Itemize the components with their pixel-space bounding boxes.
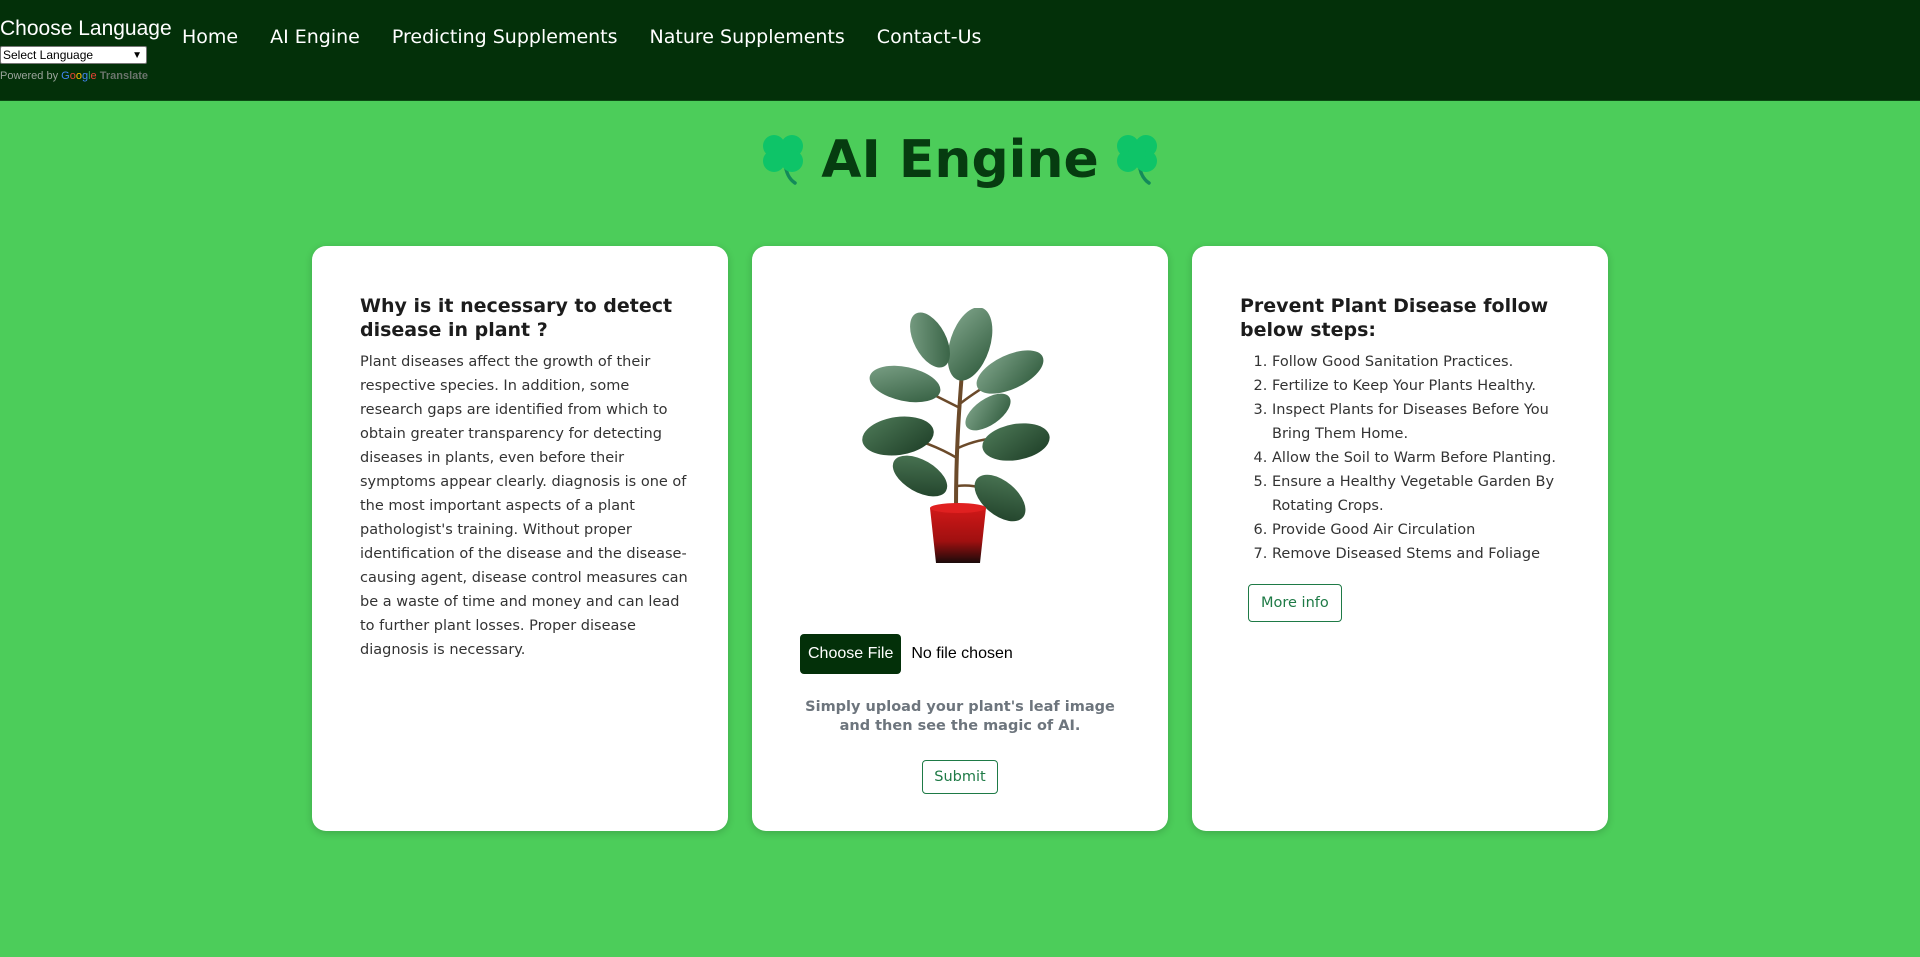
list-item: Ensure a Healthy Vegetable Garden By Rot… (1272, 470, 1570, 518)
top-navbar: Choose Language Select Language ▼ Powere… (0, 0, 1920, 101)
translate-link[interactable]: Translate (100, 70, 148, 82)
choose-file-button[interactable]: Choose File (800, 634, 902, 674)
prevent-disease-card: Prevent Plant Disease follow below steps… (1192, 246, 1608, 831)
list-item: Remove Diseased Stems and Foliage (1272, 542, 1570, 566)
language-widget: Choose Language Select Language ▼ Powere… (0, 14, 172, 82)
list-item: Fertilize to Keep Your Plants Healthy. (1272, 374, 1570, 398)
submit-button[interactable]: Submit (922, 760, 998, 794)
nav-home[interactable]: Home (182, 24, 238, 50)
nav-ai-engine[interactable]: AI Engine (270, 24, 360, 50)
four-leaf-clover-icon (1116, 135, 1157, 185)
chevron-down-icon: ▼ (132, 50, 142, 61)
list-item: Follow Good Sanitation Practices. (1272, 350, 1570, 374)
file-status: No file chosen (911, 645, 1013, 662)
list-item: Allow the Soil to Warm Before Planting. (1272, 446, 1570, 470)
why-detect-heading: Why is it necessary to detect disease in… (360, 295, 673, 341)
google-logo: Google (61, 70, 97, 82)
prevent-steps-list: Follow Good Sanitation Practices. Fertil… (1240, 350, 1570, 566)
choose-language-label: Choose Language (0, 17, 172, 40)
powered-by-google-translate: Powered by Google Translate (0, 70, 165, 82)
language-select-value: Select Language (3, 48, 94, 62)
file-input[interactable]: Choose File No file chosen (800, 634, 1013, 674)
why-detect-card: Why is it necessary to detect disease in… (312, 246, 728, 831)
language-select[interactable]: Select Language ▼ (0, 46, 147, 64)
potted-plant-image (862, 308, 1050, 563)
upload-card: Choose File No file chosen Simply upload… (752, 246, 1168, 831)
nav-nature-supplements[interactable]: Nature Supplements (650, 24, 845, 50)
four-leaf-clover-icon (763, 135, 804, 185)
nav-contact-us[interactable]: Contact-Us (877, 24, 982, 50)
nav-predicting-supplements[interactable]: Predicting Supplements (392, 24, 618, 50)
main-nav: Home AI Engine Predicting Supplements Na… (182, 24, 1013, 50)
powered-by-label: Powered by (0, 70, 59, 82)
prevent-heading: Prevent Plant Disease follow below steps… (1240, 295, 1549, 341)
page-title: AI Engine (0, 122, 1920, 198)
list-item: Provide Good Air Circulation (1272, 518, 1570, 542)
more-info-button[interactable]: More info (1248, 584, 1342, 622)
page-title-text: AI Engine (821, 130, 1099, 190)
list-item: Inspect Plants for Diseases Before You B… (1272, 398, 1570, 446)
why-detect-body: Plant diseases affect the growth of thei… (360, 354, 688, 658)
upload-hint: Simply upload your plant's leaf image an… (805, 699, 1115, 734)
